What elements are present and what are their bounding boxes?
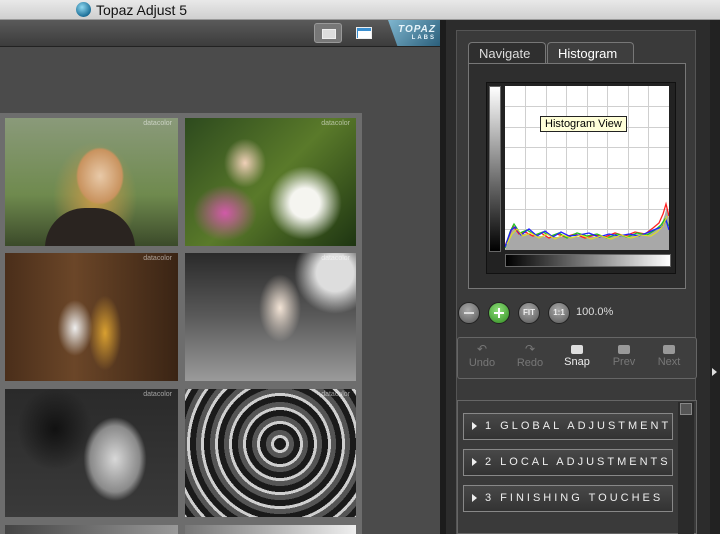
- redo-arrow-icon: ↷: [524, 342, 536, 356]
- zoom-actual-size-button[interactable]: 1:1: [548, 302, 570, 324]
- histogram-tooltip: Histogram View: [540, 116, 627, 132]
- camera-icon: [571, 345, 583, 354]
- preset-thumbnail-partial[interactable]: [185, 525, 356, 534]
- redo-button[interactable]: ↷ Redo: [510, 342, 550, 369]
- disclosure-triangle-icon: [472, 458, 477, 467]
- undo-arrow-icon: ↶: [476, 342, 488, 356]
- camera-icon: [618, 345, 630, 354]
- app-logo-icon: [76, 2, 91, 17]
- split-view-button[interactable]: [350, 23, 378, 43]
- snap-button[interactable]: Snap: [557, 344, 597, 368]
- preset-thumbnail[interactable]: datacolor: [185, 253, 356, 381]
- prev-button[interactable]: Prev: [604, 344, 644, 368]
- zoom-level: 100.0%: [576, 306, 614, 318]
- preset-thumbnail-grid: datacolor datacolor datacolor datacolor …: [0, 113, 362, 534]
- undo-button[interactable]: ↶ Undo: [462, 342, 502, 369]
- preset-thumbnail[interactable]: datacolor: [185, 389, 356, 517]
- preview-area: datacolor datacolor datacolor datacolor …: [0, 47, 440, 534]
- zoom-out-button[interactable]: [458, 302, 480, 324]
- history-actions: ↶ Undo ↷ Redo Snap Prev Next: [457, 337, 697, 379]
- scrollbar-thumb[interactable]: [680, 403, 692, 415]
- preset-thumbnail[interactable]: datacolor: [5, 389, 178, 517]
- expand-arrow-icon[interactable]: [712, 368, 717, 376]
- histogram-view[interactable]: [505, 86, 669, 250]
- preset-thumbnail[interactable]: datacolor: [5, 253, 178, 381]
- finishing-touches-section[interactable]: 3 FINISHING TOUCHES: [463, 485, 673, 512]
- histogram-graph: [505, 86, 669, 250]
- preset-thumbnail[interactable]: datacolor: [185, 118, 356, 246]
- window-title: Topaz Adjust 5: [96, 2, 188, 18]
- single-view-button[interactable]: [314, 23, 342, 43]
- adjustments-scrollbar[interactable]: [678, 402, 694, 534]
- tab-navigate[interactable]: Navigate: [468, 42, 546, 64]
- disclosure-triangle-icon: [472, 494, 477, 503]
- preset-thumbnail-partial[interactable]: [5, 525, 178, 534]
- local-adjustments-section[interactable]: 2 LOCAL ADJUSTMENTS: [463, 449, 673, 476]
- disclosure-triangle-icon: [472, 422, 477, 431]
- camera-icon: [663, 345, 675, 354]
- vertical-gradient-scale: [489, 86, 501, 252]
- tab-histogram[interactable]: Histogram: [547, 42, 634, 64]
- title-bar: Topaz Adjust 5: [0, 0, 720, 20]
- preview-toolbar: [0, 20, 440, 47]
- zoom-in-button[interactable]: [488, 302, 510, 324]
- next-button[interactable]: Next: [649, 344, 689, 368]
- histogram-grid: [505, 86, 669, 250]
- horizontal-gradient-scale: [505, 254, 671, 267]
- preset-thumbnail[interactable]: datacolor: [5, 118, 178, 246]
- panel-collapse-strip[interactable]: [710, 20, 720, 534]
- zoom-fit-button[interactable]: FIT: [518, 302, 540, 324]
- global-adjustment-section[interactable]: 1 GLOBAL ADJUSTMENT: [463, 413, 673, 440]
